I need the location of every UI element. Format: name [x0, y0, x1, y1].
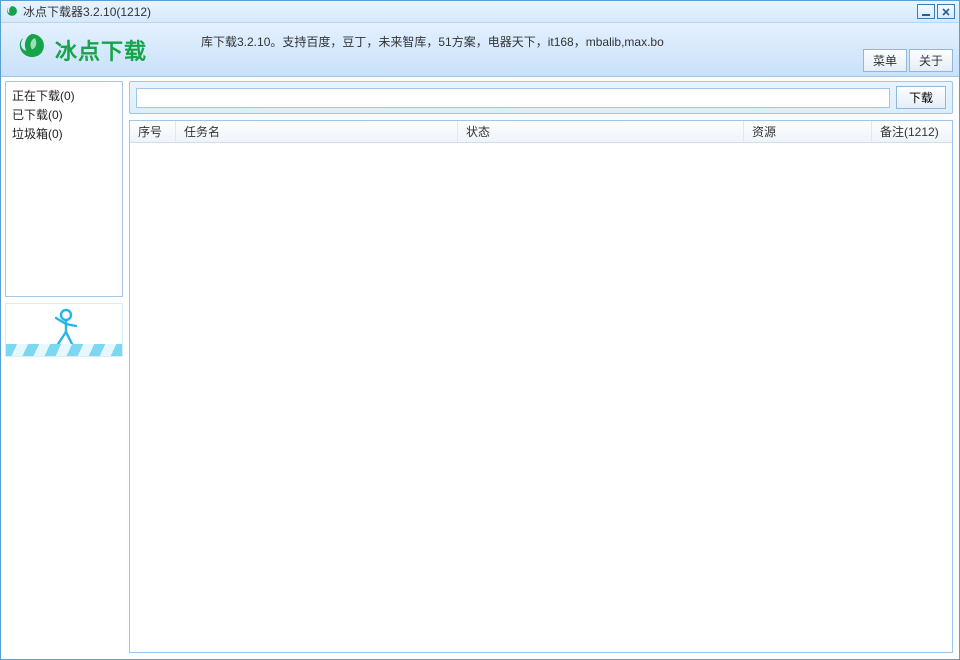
menu-button[interactable]: 菜单	[863, 49, 907, 72]
table-body[interactable]	[130, 143, 952, 652]
window-title: 冰点下载器3.2.10(1212)	[23, 3, 915, 20]
download-button[interactable]: 下载	[896, 86, 946, 109]
col-name[interactable]: 任务名	[176, 121, 458, 142]
col-seq[interactable]: 序号	[130, 121, 176, 142]
body: 正在下载(0) 已下载(0) 垃圾箱(0)	[1, 77, 959, 659]
logo-block: 冰点下载	[1, 31, 181, 68]
col-resource[interactable]: 资源	[744, 121, 872, 142]
minimize-button[interactable]	[917, 4, 935, 19]
col-note[interactable]: 备注(1212)	[872, 121, 952, 142]
app-window: 冰点下载器3.2.10(1212) 冰点下载 库下载3.2.10。支持百度，豆丁…	[0, 0, 960, 660]
sidebar-item-downloading[interactable]: 正在下载(0)	[12, 86, 116, 105]
sidebar: 正在下载(0) 已下载(0) 垃圾箱(0)	[1, 77, 127, 659]
about-button[interactable]: 关于	[909, 49, 953, 72]
logo-icon	[15, 31, 49, 68]
sidebar-item-downloaded[interactable]: 已下载(0)	[12, 105, 116, 124]
table-header: 序号 任务名 状态 资源 备注(1212)	[130, 121, 952, 143]
task-table: 序号 任务名 状态 资源 备注(1212)	[129, 120, 953, 653]
app-icon	[5, 5, 19, 19]
sidebar-ad[interactable]	[5, 303, 123, 357]
url-bar: 下载	[129, 81, 953, 114]
sidebar-item-trash[interactable]: 垃圾箱(0)	[12, 124, 116, 143]
main-area: 下载 序号 任务名 状态 资源 备注(1212)	[127, 77, 959, 659]
titlebar: 冰点下载器3.2.10(1212)	[1, 1, 959, 23]
header: 冰点下载 库下载3.2.10。支持百度，豆丁，未来智库，51方案，电器天下，it…	[1, 23, 959, 77]
header-subtitle: 库下载3.2.10。支持百度，豆丁，未来智库，51方案，电器天下，it168，m…	[201, 33, 664, 50]
brand-text: 冰点下载	[55, 34, 147, 66]
sidebar-list: 正在下载(0) 已下载(0) 垃圾箱(0)	[5, 81, 123, 297]
stripe-decoration	[6, 344, 122, 356]
close-button[interactable]	[937, 4, 955, 19]
col-status[interactable]: 状态	[458, 121, 744, 142]
url-input[interactable]	[136, 88, 890, 108]
